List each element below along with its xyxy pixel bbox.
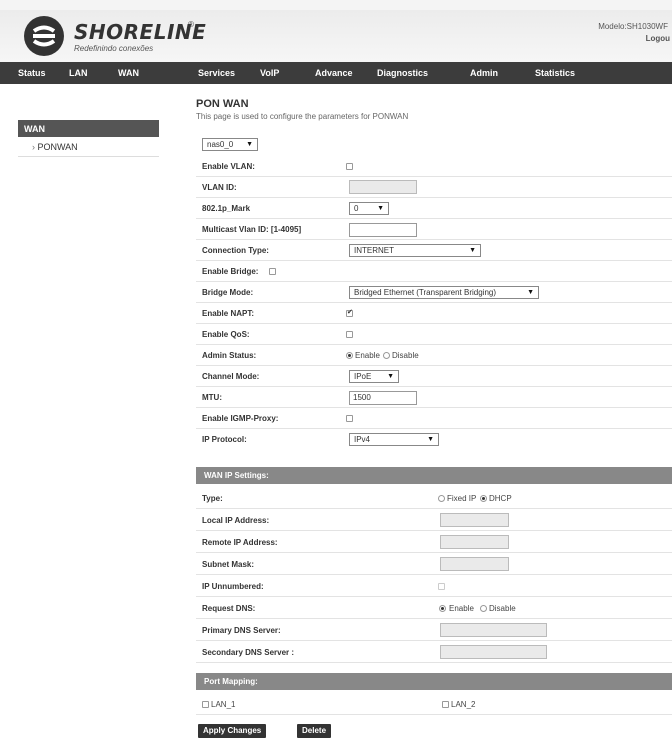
row-igmp-proxy: Enable IGMP-Proxy:	[196, 408, 672, 429]
row-8021p-mark: 802.1p_Mark 0 ▼	[196, 198, 672, 219]
sidebar-item-ponwan[interactable]: PONWAN	[18, 137, 159, 157]
nav-advance[interactable]: Advance	[315, 68, 353, 78]
enable-qos-checkbox[interactable]	[346, 331, 353, 338]
igmp-proxy-checkbox[interactable]	[346, 415, 353, 422]
row-ip-protocol: IP Protocol: IPv4 ▼	[196, 429, 672, 450]
page-title: PON WAN	[196, 98, 249, 110]
logout-link[interactable]: Logou	[646, 34, 670, 43]
nav-lan[interactable]: LAN	[69, 68, 88, 78]
row-subnet-mask: Subnet Mask:	[196, 554, 672, 575]
type-dhcp-radio[interactable]	[480, 495, 487, 502]
apply-changes-button[interactable]: Apply Changes	[198, 724, 267, 738]
nav-admin[interactable]: Admin	[470, 68, 498, 78]
row-enable-vlan: Enable VLAN:	[196, 156, 672, 177]
dropdown-arrow-icon: ▼	[246, 141, 253, 148]
primary-dns-input[interactable]	[440, 623, 547, 637]
main-nav: Status LAN WAN Services VoIP Advance Dia…	[0, 62, 672, 84]
enable-vlan-checkbox[interactable]	[346, 163, 353, 170]
row-port-mapping: LAN_1 LAN_2	[196, 694, 672, 715]
subnet-mask-input[interactable]	[440, 557, 509, 571]
ip-protocol-select[interactable]: IPv4 ▼	[349, 433, 439, 446]
connection-type-select[interactable]: INTERNET ▼	[349, 244, 481, 257]
header: SHORELINE ® Redefinindo conexões Modelo:…	[0, 0, 672, 62]
request-dns-enable-radio[interactable]	[439, 605, 446, 612]
enable-bridge-checkbox[interactable]	[269, 268, 276, 275]
vlan-id-input[interactable]	[349, 180, 417, 194]
admin-status-enable-radio[interactable]	[346, 352, 353, 359]
row-enable-qos: Enable QoS:	[196, 324, 672, 345]
row-enable-napt: Enable NAPT:	[196, 303, 672, 324]
row-enable-bridge: Enable Bridge:	[196, 261, 672, 282]
port-mapping-header: Port Mapping:	[196, 673, 672, 690]
nav-services[interactable]: Services	[198, 68, 235, 78]
dropdown-arrow-icon: ▼	[427, 436, 434, 443]
remote-ip-input[interactable]	[440, 535, 509, 549]
nav-diagnostics[interactable]: Diagnostics	[377, 68, 428, 78]
nav-statistics[interactable]: Statistics	[535, 68, 575, 78]
ip-unnumbered-checkbox[interactable]	[438, 583, 445, 590]
row-multicast-vlan: Multicast Vlan ID: [1-4095]	[196, 219, 672, 240]
dropdown-arrow-icon: ▼	[377, 205, 384, 212]
nav-status[interactable]: Status	[18, 68, 46, 78]
shoreline-logo-icon	[24, 16, 64, 56]
row-local-ip: Local IP Address:	[196, 510, 672, 531]
registered-mark: ®	[188, 20, 194, 29]
row-remote-ip: Remote IP Address:	[196, 532, 672, 553]
sidebar-category-wan[interactable]: WAN	[18, 120, 159, 137]
page-description: This page is used to configure the param…	[196, 112, 409, 121]
interface-select[interactable]: nas0_0 ▼	[202, 138, 258, 151]
wan-ip-settings-header: WAN IP Settings:	[196, 467, 672, 484]
brand-tagline: Redefinindo conexões	[74, 44, 154, 53]
lan1-checkbox[interactable]	[202, 701, 209, 708]
brand-name: SHORELINE	[74, 20, 207, 44]
enable-napt-checkbox[interactable]	[346, 308, 353, 317]
row-channel-mode: Channel Mode: IPoE ▼	[196, 366, 672, 387]
row-ip-unnumbered: IP Unnumbered:	[196, 576, 672, 597]
dropdown-arrow-icon: ▼	[387, 373, 394, 380]
dropdown-arrow-icon: ▼	[527, 289, 534, 296]
row-connection-type: Connection Type: INTERNET ▼	[196, 240, 672, 261]
delete-button[interactable]: Delete	[297, 724, 332, 738]
secondary-dns-input[interactable]	[440, 645, 547, 659]
row-request-dns: Request DNS: Enable Disable	[196, 598, 672, 619]
mtu-input[interactable]: 1500	[349, 391, 417, 405]
row-primary-dns: Primary DNS Server:	[196, 620, 672, 641]
row-vlan-id: VLAN ID:	[196, 177, 672, 198]
sidebar: WAN PONWAN	[18, 120, 159, 157]
lan2-checkbox[interactable]	[442, 701, 449, 708]
multicast-vlan-input[interactable]	[349, 223, 417, 237]
row-secondary-dns: Secondary DNS Server :	[196, 642, 672, 663]
bridge-mode-select[interactable]: Bridged Ethernet (Transparent Bridging) ▼	[349, 286, 539, 299]
model-label: Modelo:SH1030WF	[598, 22, 668, 31]
row-ip-type: Type: Fixed IP DHCP	[196, 488, 672, 509]
request-dns-disable-radio[interactable]	[480, 605, 487, 612]
nav-voip[interactable]: VoIP	[260, 68, 279, 78]
row-mtu: MTU: 1500	[196, 387, 672, 408]
nav-wan[interactable]: WAN	[118, 68, 139, 78]
dropdown-arrow-icon: ▼	[469, 247, 476, 254]
local-ip-input[interactable]	[440, 513, 509, 527]
mark-8021p-select[interactable]: 0 ▼	[349, 202, 389, 215]
channel-mode-select[interactable]: IPoE ▼	[349, 370, 399, 383]
row-admin-status: Admin Status: Enable Disable	[196, 345, 672, 366]
row-bridge-mode: Bridge Mode: Bridged Ethernet (Transpare…	[196, 282, 672, 303]
type-fixed-ip-radio[interactable]	[438, 495, 445, 502]
admin-status-disable-radio[interactable]	[383, 352, 390, 359]
